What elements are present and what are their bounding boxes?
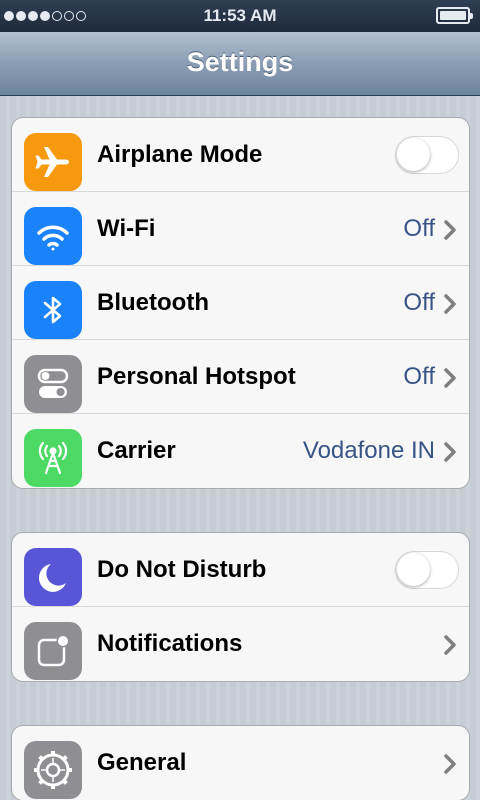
bluetooth-value: Off (403, 289, 435, 316)
wifi-value: Off (403, 215, 435, 242)
chevron-right-icon (444, 635, 456, 655)
moon-icon (24, 548, 82, 606)
hotspot-icon (24, 355, 82, 413)
carrier-label: Carrier (97, 437, 176, 464)
notifications-label: Notifications (97, 630, 243, 657)
settings-group-alerts: Do Not Disturb Notifications (11, 532, 470, 682)
wifi-label: Wi-Fi (97, 215, 156, 242)
chevron-right-icon (444, 754, 456, 774)
settings-row-personal-hotspot[interactable]: Personal Hotspot Off (12, 340, 469, 414)
status-time: 11:53 AM (203, 6, 277, 25)
settings-row-airplane-mode[interactable]: Airplane Mode (12, 118, 469, 192)
airplane-icon (24, 133, 82, 191)
nav-bar: Settings (0, 32, 480, 96)
chevron-right-icon (444, 368, 456, 388)
do-not-disturb-label: Do Not Disturb (97, 556, 267, 583)
carrier-antenna-icon (24, 429, 82, 487)
settings-row-carrier[interactable]: Carrier Vodafone IN (12, 414, 469, 488)
settings-group-general: General (11, 725, 470, 800)
notifications-icon (24, 622, 82, 680)
battery-icon (436, 7, 473, 24)
wifi-icon (24, 207, 82, 265)
gear-icon (24, 741, 82, 799)
bluetooth-label: Bluetooth (97, 289, 209, 316)
personal-hotspot-value: Off (403, 363, 435, 390)
personal-hotspot-label: Personal Hotspot (97, 363, 296, 390)
settings-row-wifi[interactable]: Wi-Fi Off (12, 192, 469, 266)
bluetooth-icon (24, 281, 82, 339)
settings-row-general[interactable]: General (12, 726, 469, 800)
chevron-right-icon (444, 442, 456, 462)
do-not-disturb-toggle[interactable] (395, 551, 459, 589)
settings-row-do-not-disturb[interactable]: Do Not Disturb (12, 533, 469, 607)
settings-row-notifications[interactable]: Notifications (12, 607, 469, 681)
status-bar: 11:53 AM (0, 0, 480, 32)
airplane-mode-toggle[interactable] (395, 136, 459, 174)
chevron-right-icon (444, 294, 456, 314)
settings-row-bluetooth[interactable]: Bluetooth Off (12, 266, 469, 340)
carrier-value: Vodafone IN (302, 437, 435, 464)
chevron-right-icon (444, 220, 456, 240)
airplane-mode-label: Airplane Mode (97, 141, 263, 168)
settings-group-connectivity: Airplane Mode Wi-Fi Off Bluetooth Off Pe… (11, 117, 470, 489)
general-label: General (97, 749, 187, 776)
page-title: Settings (186, 47, 294, 77)
